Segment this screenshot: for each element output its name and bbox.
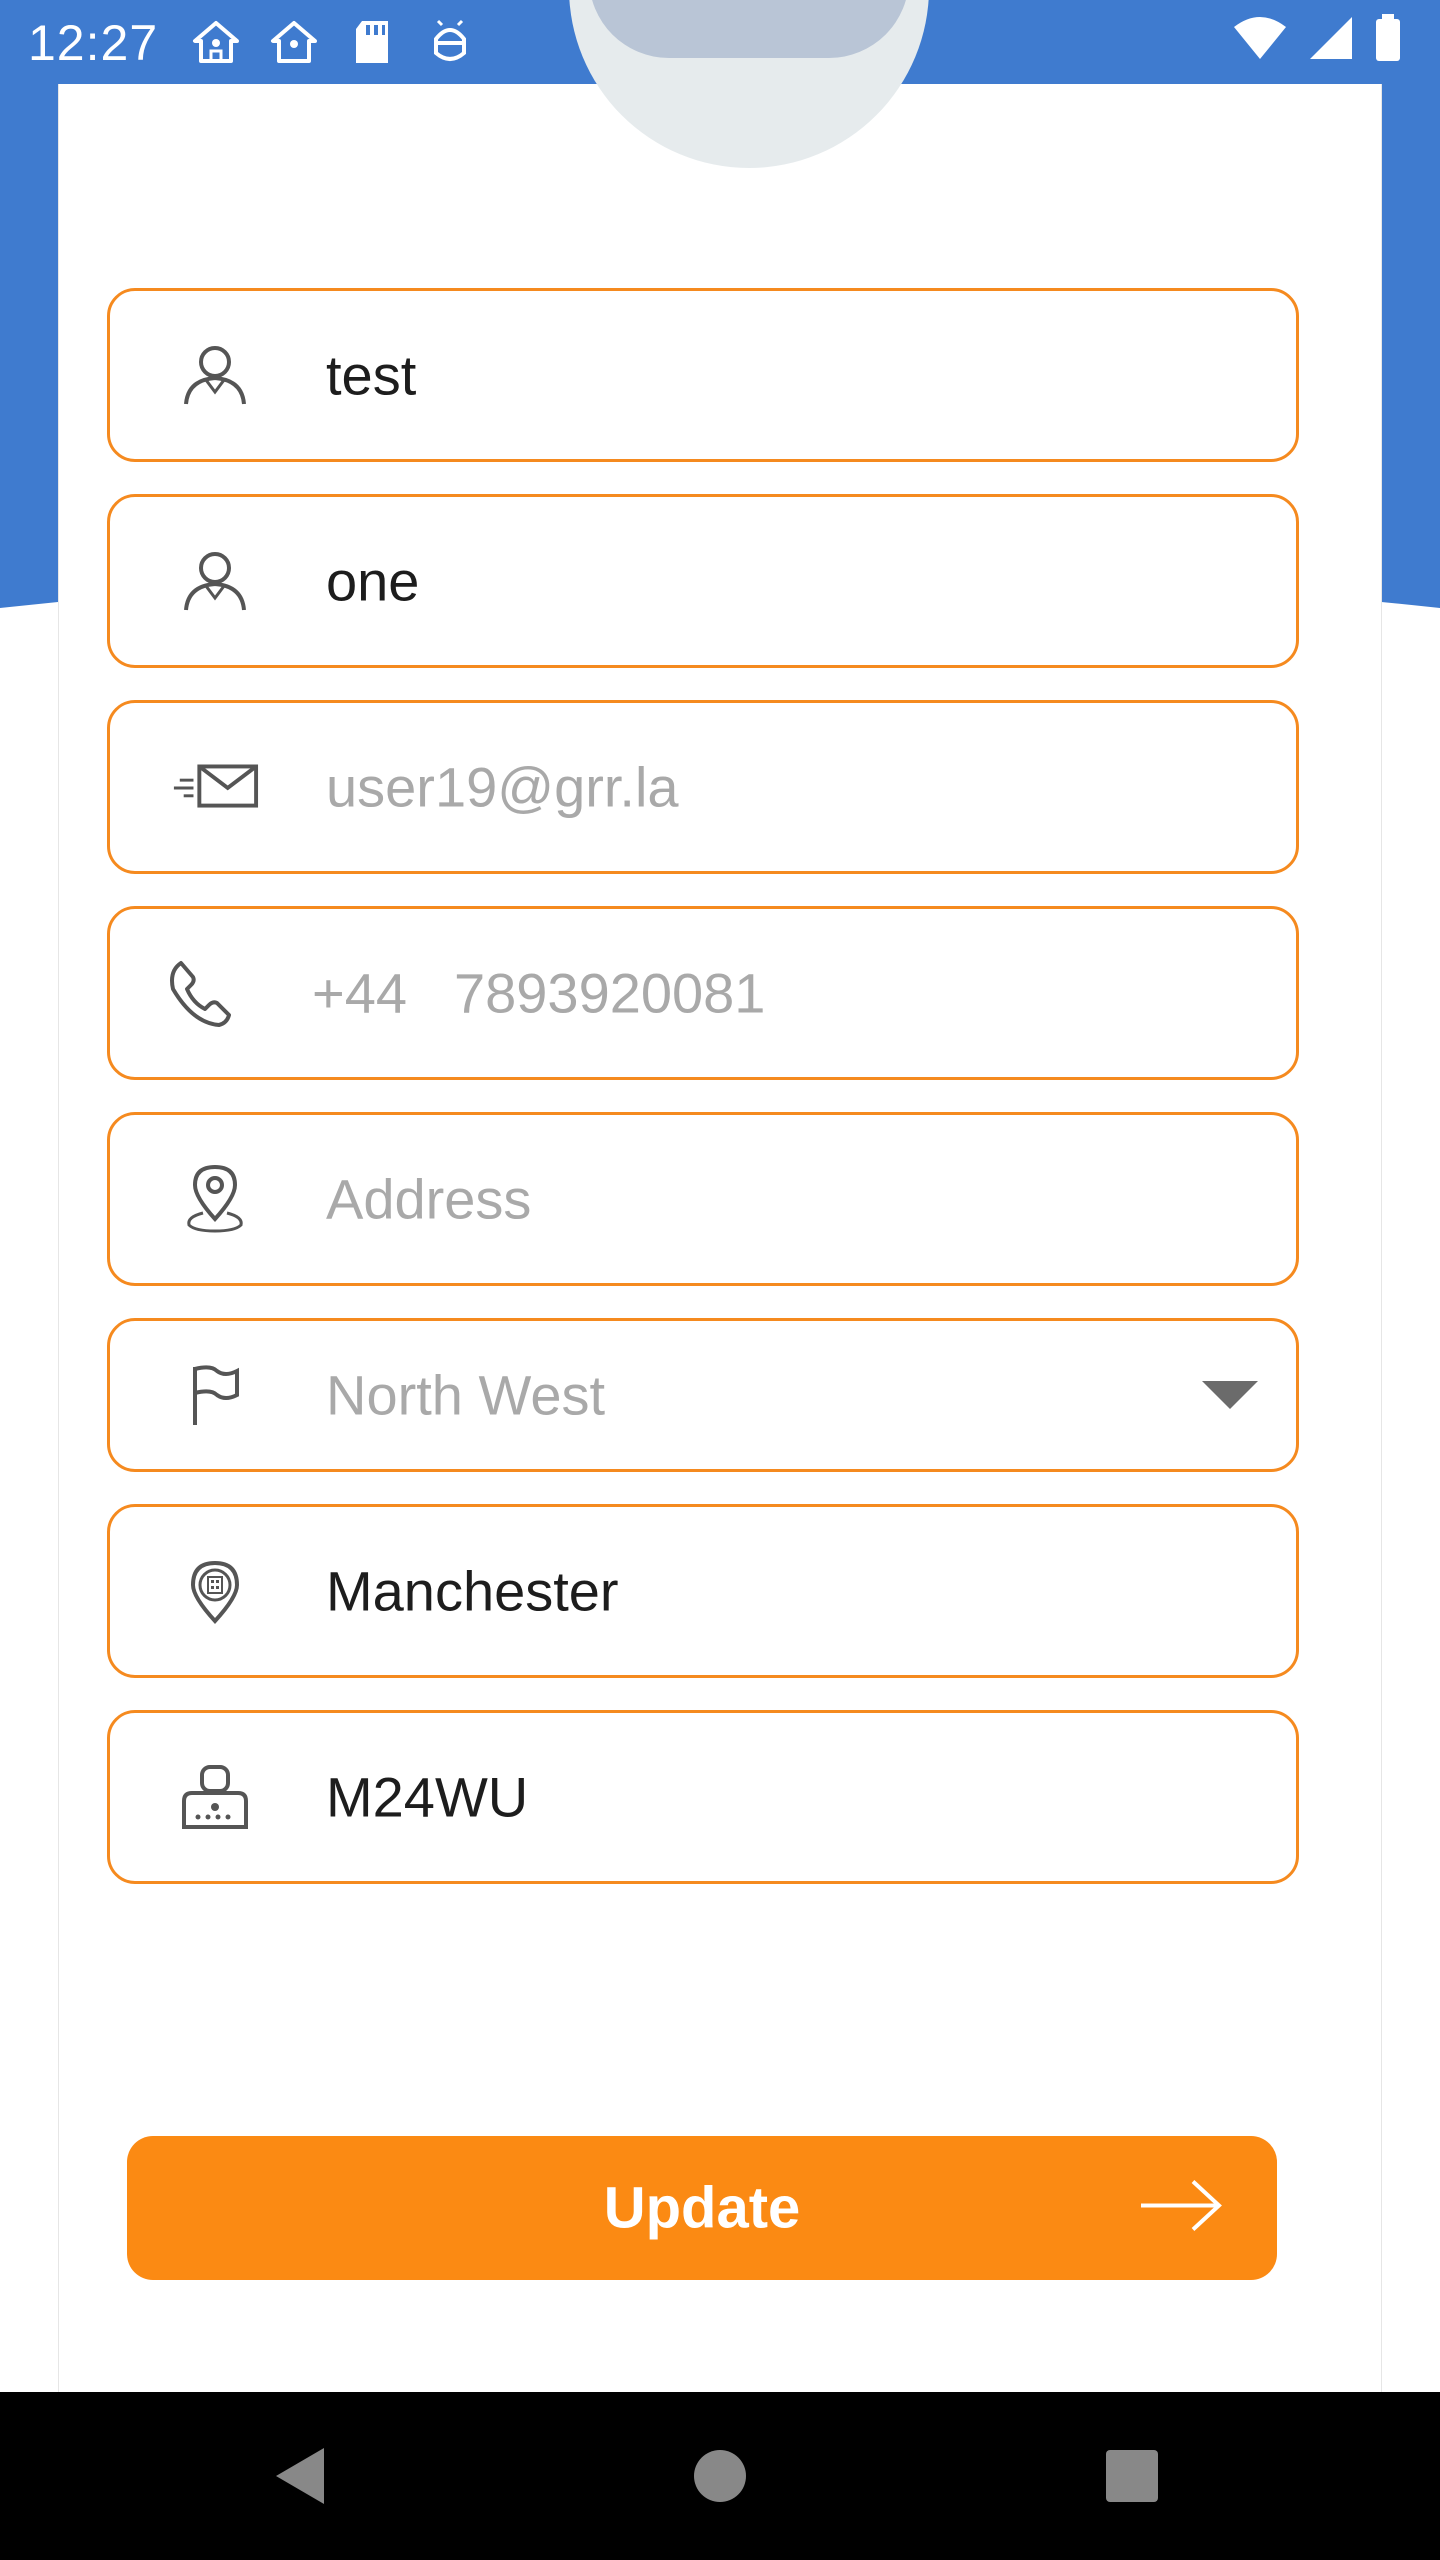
postcode-field[interactable]: M24WU: [107, 1710, 1299, 1884]
region-selected: North West: [326, 1363, 606, 1427]
update-button-label: Update: [603, 2175, 801, 2241]
back-icon[interactable]: [270, 2444, 330, 2508]
address-input: Address: [326, 1167, 532, 1231]
system-nav-bar: [0, 2392, 1440, 2560]
cell-signal-icon: [1308, 15, 1354, 66]
postcode-value: M24WU: [326, 1765, 529, 1829]
flag-icon: [170, 1355, 260, 1435]
mail-icon: [170, 747, 260, 827]
phone-icon: [154, 953, 244, 1033]
wifi-icon: [1232, 15, 1288, 66]
phone-field[interactable]: +44 7893920081: [107, 906, 1299, 1080]
profile-card: test one user19@grr.la +44 7893920081 Ad…: [58, 0, 1382, 2392]
battery-icon: [1374, 14, 1402, 67]
android-debug-icon: [420, 14, 480, 70]
city-value: Manchester: [326, 1559, 619, 1623]
last-name-field[interactable]: one: [107, 494, 1299, 668]
first-name-value: test: [326, 343, 417, 407]
arrow-right-icon: [1137, 2178, 1225, 2239]
email-value: user19@grr.la: [326, 755, 679, 819]
person-icon: [170, 541, 260, 621]
city-field[interactable]: Manchester: [107, 1504, 1299, 1678]
phone-value: 7893920081: [454, 961, 766, 1025]
home-icon[interactable]: [690, 2446, 750, 2506]
status-time: 12:27: [28, 15, 159, 71]
first-name-field[interactable]: test: [107, 288, 1299, 462]
person-icon: [170, 335, 260, 415]
recents-icon[interactable]: [1104, 2448, 1160, 2504]
region-dropdown[interactable]: North West: [107, 1318, 1299, 1472]
phone-country-code[interactable]: +44: [312, 961, 407, 1026]
avatar[interactable]: [569, 0, 929, 168]
sd-card-icon: [342, 14, 402, 70]
location-pin-icon: [170, 1159, 260, 1239]
home-person-icon: [186, 14, 246, 70]
mailbox-icon: [170, 1757, 260, 1837]
email-field[interactable]: user19@grr.la: [107, 700, 1299, 874]
city-pin-icon: [170, 1551, 260, 1631]
address-field[interactable]: Address: [107, 1112, 1299, 1286]
update-button[interactable]: Update: [127, 2136, 1277, 2280]
last-name-value: one: [326, 549, 420, 613]
chevron-down-icon[interactable]: [1202, 1381, 1258, 1409]
home-icon: [264, 14, 324, 70]
profile-edit-screen: 12:27 test one user19@grr.la +44 7893920…: [0, 0, 1440, 2560]
